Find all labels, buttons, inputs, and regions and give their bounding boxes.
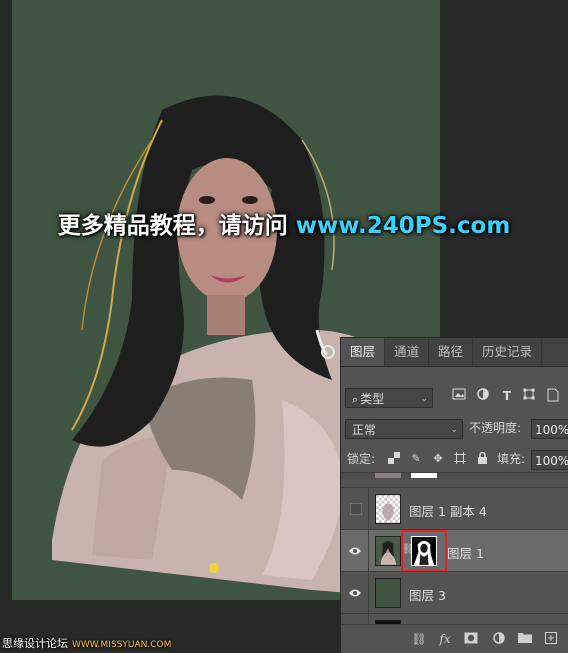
layer-thumbnail [375, 473, 401, 478]
blend-mode-select[interactable]: 正常 ⌄ [345, 419, 463, 439]
fx-icon[interactable]: fx [437, 632, 453, 646]
shape-filter-icon[interactable] [521, 388, 537, 404]
filter-row: ⌕ 类型 ⌄ T [345, 386, 568, 410]
add-mask-icon[interactable] [463, 632, 479, 646]
filter-kind-value: 类型 [360, 392, 385, 406]
layer-thumbnail [375, 536, 401, 566]
layer-mask-thumbnail [411, 473, 437, 478]
lock-artboard-icon[interactable] [453, 452, 467, 466]
chevron-down-icon: ⌄ [420, 394, 428, 404]
layer-name[interactable]: 图层 1 副本 4 [409, 501, 487, 520]
layer-row-partial [341, 472, 568, 479]
layer-thumbnail [375, 578, 401, 608]
lock-row: 锁定: ✎ ✥ 填充: 100% [345, 448, 568, 472]
hidden-visibility-box [350, 503, 362, 515]
layer-mask-thumbnail[interactable] [411, 536, 437, 566]
adjustment-layer-icon[interactable] [491, 632, 507, 646]
footer-logo-url: WWW.MISSYUAN.COM [72, 640, 172, 650]
layer-name[interactable]: 图层 3 [409, 585, 446, 604]
watermark-message: 更多精品教程，请访问 [57, 213, 288, 239]
lock-all-icon[interactable] [475, 451, 489, 466]
opacity-input[interactable]: 100% [531, 419, 568, 439]
footer-logo: 思缘设计论坛 WWW.MISSYUAN.COM [0, 636, 242, 652]
tab-paths[interactable]: 路径 [429, 338, 474, 366]
new-layer-icon[interactable] [543, 632, 559, 646]
blend-row: 正常 ⌄ 不透明度: 100% [345, 417, 568, 441]
tab-layers[interactable]: 图层 [341, 338, 386, 366]
smart-object-filter-icon[interactable] [545, 388, 561, 404]
panel-tabs: 图层 通道 路径 历史记录 [341, 338, 568, 367]
layers-panel: 图层 通道 路径 历史记录 ⌕ 类型 ⌄ T 正常 ⌄ 不透明度: 100% 锁… [340, 337, 568, 653]
fill-input[interactable]: 100% [531, 450, 568, 470]
visibility-toggle[interactable] [341, 488, 369, 530]
opacity-label: 不透明度: [469, 421, 522, 435]
type-filter-icon[interactable]: T [499, 388, 515, 404]
image-filter-icon[interactable] [451, 388, 467, 404]
chevron-down-icon: ⌄ [450, 425, 458, 435]
blend-mode-value: 正常 [352, 423, 377, 437]
filter-kind-select[interactable]: ⌕ 类型 ⌄ [345, 388, 433, 408]
layer-name[interactable]: 图层 1 [447, 543, 484, 562]
adjustment-filter-icon[interactable] [475, 388, 491, 404]
lock-label: 锁定: [347, 452, 376, 466]
lock-transparent-icon[interactable] [387, 452, 401, 466]
new-group-icon[interactable] [517, 632, 533, 646]
tab-history[interactable]: 历史记录 [473, 338, 543, 366]
eye-icon [349, 547, 361, 555]
watermark-text: 更多精品教程，请访问 www.240PS.com [0, 206, 568, 240]
tab-channels[interactable]: 通道 [385, 338, 430, 366]
fill-label: 填充: [497, 452, 526, 466]
search-icon: ⌕ [352, 393, 359, 406]
layer-row-selected[interactable]: ⛓ 图层 1 [341, 529, 568, 572]
visibility-toggle[interactable] [341, 530, 369, 572]
layer-thumbnail [375, 494, 401, 524]
lock-position-icon[interactable]: ✥ [431, 452, 445, 466]
footer-logo-text: 思缘设计论坛 [2, 637, 68, 650]
link-layers-icon[interactable]: ⛓ [411, 632, 427, 646]
layer-row[interactable]: 图层 3 [341, 571, 568, 614]
visibility-toggle[interactable] [341, 572, 369, 614]
watermark-site: www.240PS.com [295, 213, 511, 239]
layers-bottom-bar: ⛓ fx [341, 624, 568, 653]
layer-row[interactable]: 图层 1 副本 4 [341, 487, 568, 530]
eye-icon [349, 589, 361, 597]
lock-pixels-icon[interactable]: ✎ [409, 452, 423, 466]
